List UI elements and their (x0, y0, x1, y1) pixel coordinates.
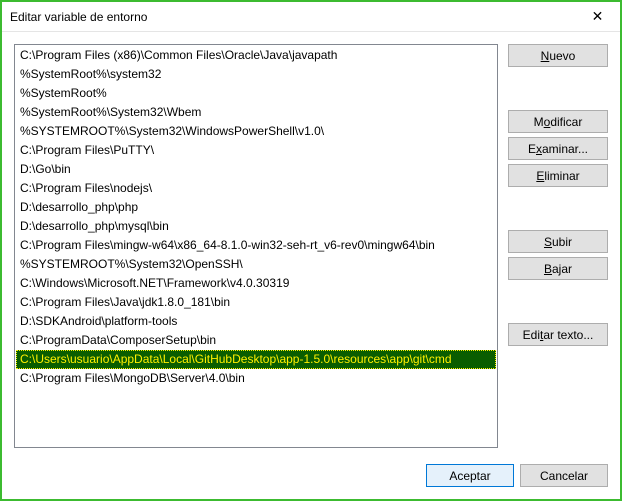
btn-text: dificar (550, 115, 582, 129)
btn-mnemonic: o (544, 115, 551, 129)
list-item[interactable]: C:\Program Files\nodejs\ (16, 179, 496, 198)
cancel-button[interactable]: Cancelar (520, 464, 608, 487)
list-item[interactable]: D:\desarrollo_php\php (16, 198, 496, 217)
list-item[interactable]: D:\SDKAndroid\platform-tools (16, 312, 496, 331)
list-item[interactable]: C:\Program Files\PuTTY\ (16, 141, 496, 160)
btn-text: aminar... (542, 142, 588, 156)
list-item[interactable]: D:\Go\bin (16, 160, 496, 179)
close-button[interactable]: ✕ (575, 2, 620, 32)
edit-button[interactable]: Modificar (508, 110, 608, 133)
ok-button[interactable]: Aceptar (426, 464, 514, 487)
move-down-button[interactable]: Bajar (508, 257, 608, 280)
btn-text: ar texto... (543, 328, 593, 342)
delete-button[interactable]: Eliminar (508, 164, 608, 187)
btn-text: ajar (552, 262, 572, 276)
close-icon: ✕ (592, 8, 604, 25)
list-item[interactable]: C:\ProgramData\ComposerSetup\bin (16, 331, 496, 350)
list-item[interactable]: %SYSTEMROOT%\System32\WindowsPowerShell\… (16, 122, 496, 141)
btn-mnemonic: S (544, 235, 552, 249)
btn-text: ubir (552, 235, 572, 249)
btn-text: M (534, 115, 544, 129)
list-item[interactable]: %SystemRoot%\System32\Wbem (16, 103, 496, 122)
btn-mnemonic: B (544, 262, 552, 276)
browse-button[interactable]: Examinar... (508, 137, 608, 160)
btn-text: Edi (523, 328, 540, 342)
move-up-button[interactable]: Subir (508, 230, 608, 253)
list-item[interactable]: C:\Program Files\mingw-w64\x86_64-8.1.0-… (16, 236, 496, 255)
list-item[interactable]: C:\Program Files\MongoDB\Server\4.0\bin (16, 369, 496, 388)
list-item[interactable]: C:\Users\usuario\AppData\Local\GitHubDes… (16, 350, 496, 369)
list-item[interactable]: C:\Program Files (x86)\Common Files\Orac… (16, 46, 496, 65)
main-row: C:\Program Files (x86)\Common Files\Orac… (14, 44, 608, 448)
spacer (508, 71, 608, 106)
btn-text: uevo (549, 49, 575, 63)
side-button-column: Nuevo Modificar Examinar... Eliminar Sub… (508, 44, 608, 448)
btn-text: liminar (544, 169, 579, 183)
btn-mnemonic: E (536, 169, 544, 183)
list-item[interactable]: %SYSTEMROOT%\System32\OpenSSH\ (16, 255, 496, 274)
spacer (508, 284, 608, 319)
list-item[interactable]: %SystemRoot% (16, 84, 496, 103)
btn-mnemonic: N (541, 49, 550, 63)
path-listbox[interactable]: C:\Program Files (x86)\Common Files\Orac… (14, 44, 498, 448)
window-title: Editar variable de entorno (10, 10, 575, 24)
edit-text-button[interactable]: Editar texto... (508, 323, 608, 346)
list-item[interactable]: C:\Program Files\Java\jdk1.8.0_181\bin (16, 293, 496, 312)
list-item[interactable]: %SystemRoot%\system32 (16, 65, 496, 84)
btn-text: E (528, 142, 536, 156)
bottom-button-row: Aceptar Cancelar (14, 448, 608, 487)
list-item[interactable]: D:\desarrollo_php\mysql\bin (16, 217, 496, 236)
titlebar: Editar variable de entorno ✕ (2, 2, 620, 32)
new-button[interactable]: Nuevo (508, 44, 608, 67)
spacer (508, 191, 608, 226)
dialog-content: C:\Program Files (x86)\Common Files\Orac… (2, 32, 620, 499)
list-item[interactable]: C:\Windows\Microsoft.NET\Framework\v4.0.… (16, 274, 496, 293)
